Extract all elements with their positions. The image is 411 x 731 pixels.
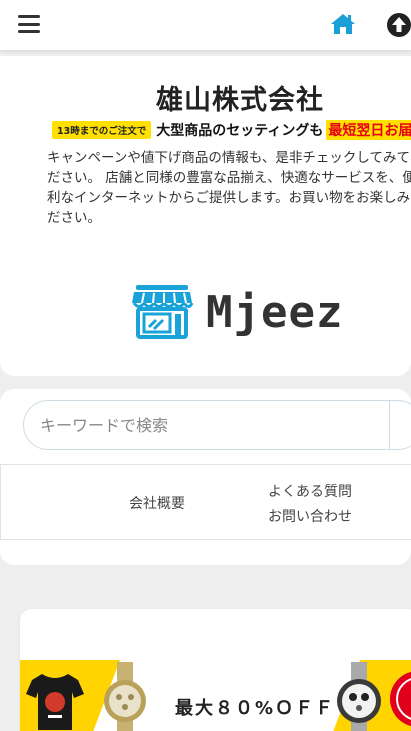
company-card: 雄山株式会社 13時までのご注文で 大型商品のセッティングも 最短翌日お届け キ… <box>0 56 411 376</box>
promo-main-text: 大型商品のセッティングも <box>156 123 324 139</box>
gold-watch-image <box>104 662 146 731</box>
search-input[interactable] <box>23 400 411 450</box>
promo-line: 13時までのご注文で 大型商品のセッティングも 最短翌日お届け <box>52 120 411 140</box>
nav-link-contact[interactable]: お問い合わせ <box>268 506 352 526</box>
company-name: 雄山株式会社 <box>156 85 324 116</box>
arrow-up-circle-icon[interactable] <box>386 12 411 38</box>
hamburger-menu-icon[interactable] <box>18 15 40 33</box>
home-icon[interactable] <box>330 12 356 36</box>
tshirt-image <box>26 674 84 730</box>
brand-logo-text: Mjeez <box>206 286 344 338</box>
brand-logo[interactable]: Mjeez <box>130 282 343 342</box>
promo-highlight-text: 最短翌日お届け <box>326 120 411 140</box>
banner-sale-text: 最大８０%ＯＦＦ <box>175 698 336 719</box>
nav-link-company-overview[interactable]: 会社概要 <box>129 493 185 513</box>
sale-badge-icon <box>390 671 411 727</box>
search-card: 会社概要 よくある質問 お問い合わせ <box>0 389 411 565</box>
search-divider <box>389 401 390 449</box>
top-bar <box>0 0 411 50</box>
nav-links-box <box>0 464 411 540</box>
storefront-icon <box>132 285 194 339</box>
promo-tag: 13時までのご注文で <box>52 121 152 139</box>
nav-link-faq[interactable]: よくある質問 <box>268 481 352 501</box>
nav-box-border <box>0 464 1 540</box>
silver-watch-image <box>337 662 381 731</box>
sale-banner[interactable]: 最大８０%ＯＦＦ <box>20 660 411 731</box>
company-description: キャンペーンや値下げ商品の情報も、是非チェックしてみてください。 店舗と同様の豊… <box>47 150 411 226</box>
